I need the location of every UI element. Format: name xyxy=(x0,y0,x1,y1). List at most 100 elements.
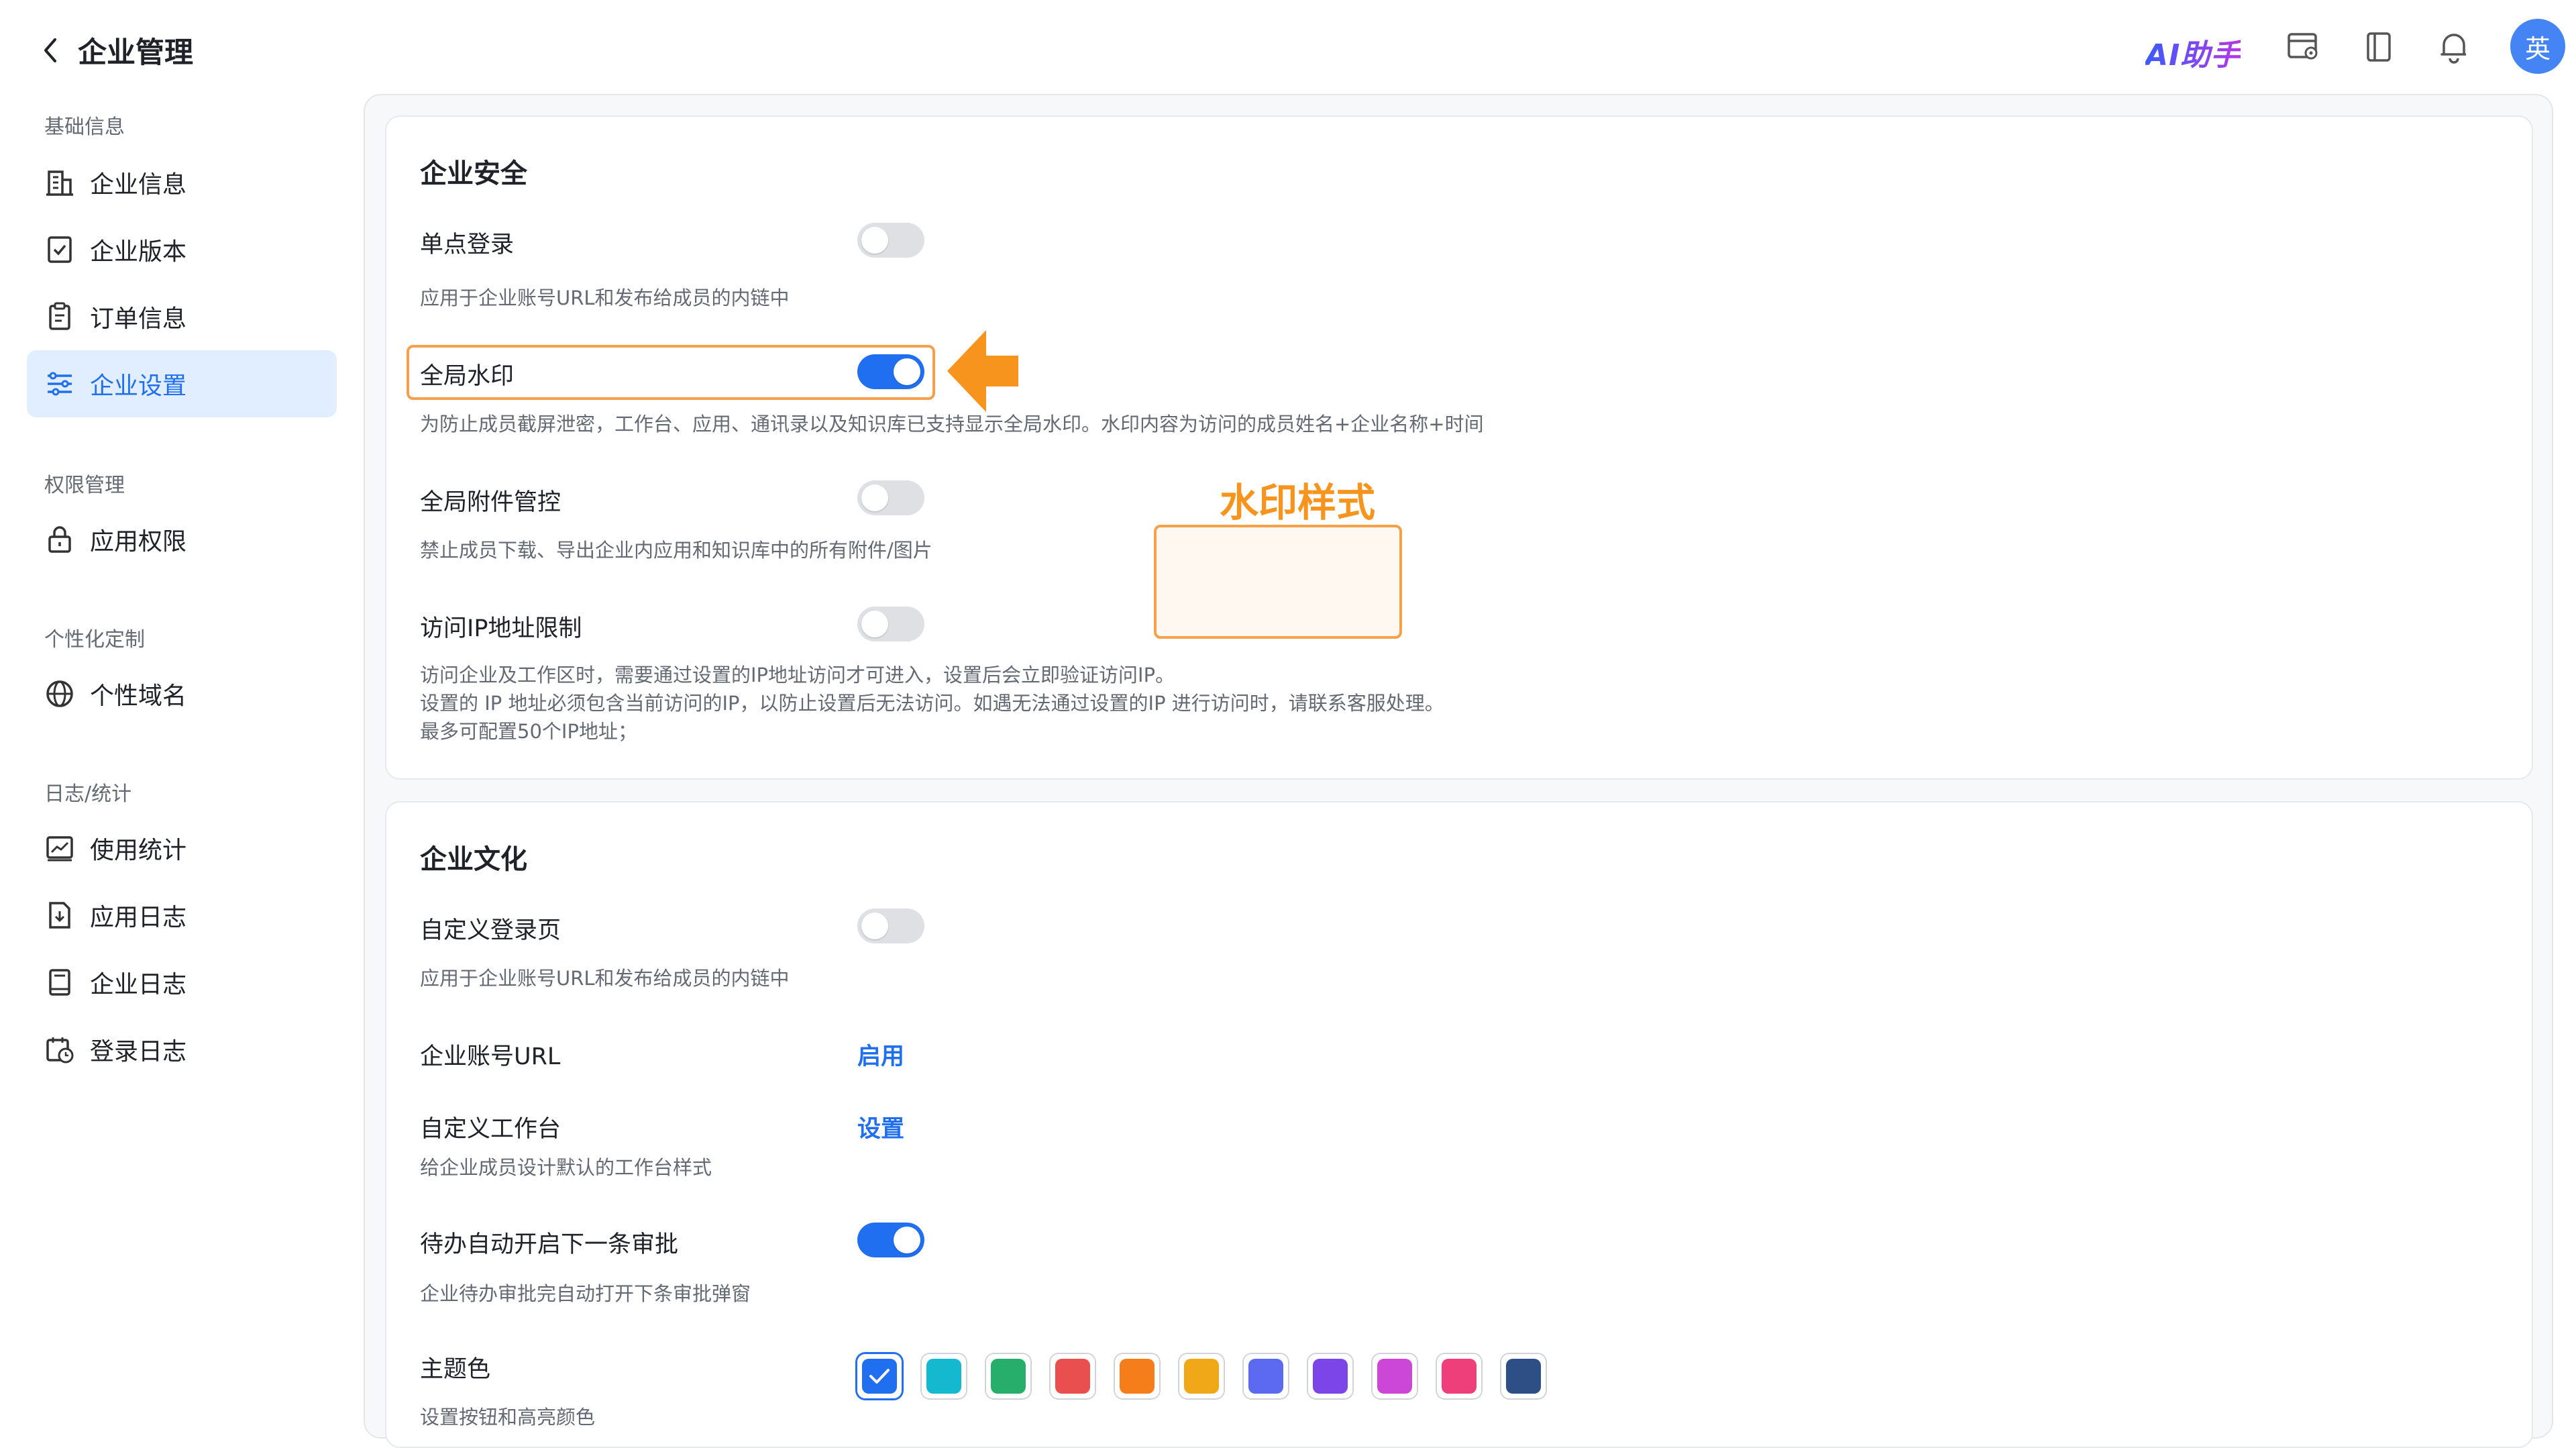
bell-icon[interactable] xyxy=(2435,28,2473,66)
watermark-desc: 为防止成员截屏泄密，工作台、应用、通讯录以及知识库已支持显示全局水印。水印内容为… xyxy=(420,413,1484,435)
ip-limit-desc-3: 最多可配置50个IP地址； xyxy=(420,720,637,743)
ip-limit-desc-1: 访问企业及工作区时，需要通过设置的IP地址访问才可进入，设置后会立即验证访问IP… xyxy=(420,664,1175,686)
watermark-style-title: 水印样式 xyxy=(1220,480,1376,525)
attachments-desc: 禁止成员下载、导出企业内应用和知识库中的所有附件/图片 xyxy=(420,539,932,562)
swatch-fill xyxy=(991,1359,1026,1394)
sso-label: 单点登录 xyxy=(420,231,515,258)
auto-approval-desc: 企业待办审批完自动打开下条审批弹窗 xyxy=(420,1282,751,1305)
settings-sliders-icon xyxy=(44,368,75,399)
enable-account-url-link[interactable]: 启用 xyxy=(857,1037,904,1072)
watermark-style-preview xyxy=(1154,525,1402,639)
culture-card: 企业文化 自定义登录页 应用于企业账号URL和发布给成员的内链中 企业账号URL… xyxy=(385,801,2533,1448)
sidebar-item-company-log[interactable]: 企业日志 xyxy=(27,949,337,1016)
sidebar-item-label: 使用统计 xyxy=(90,837,187,864)
login-page-toggle[interactable] xyxy=(857,909,924,943)
sidebar: 基础信息 企业信息 企业版本 订单信息 企业设置 权限管理 应用权限 个性化定制… xyxy=(0,94,362,1448)
sidebar-item-app-permissions[interactable]: 应用权限 xyxy=(27,506,337,573)
sidebar-item-order-info[interactable]: 订单信息 xyxy=(27,283,337,350)
sidebar-item-company-info[interactable]: 企业信息 xyxy=(27,149,337,216)
sidebar-item-label: 企业日志 xyxy=(90,971,187,998)
theme-color-swatch[interactable] xyxy=(922,1354,966,1398)
theme-color-swatch[interactable] xyxy=(1308,1354,1352,1398)
culture-title: 企业文化 xyxy=(420,844,527,875)
watermark-toggle[interactable] xyxy=(857,354,924,389)
attachments-toggle[interactable] xyxy=(857,480,924,515)
page-title: 企业管理 xyxy=(78,36,193,70)
book-icon xyxy=(44,967,75,998)
swatch-fill xyxy=(1313,1359,1348,1394)
swatch-fill xyxy=(1120,1359,1155,1394)
check-icon xyxy=(869,1369,890,1384)
sidebar-item-custom-domain[interactable]: 个性域名 xyxy=(27,660,337,727)
account-url-label: 企业账号URL xyxy=(420,1043,561,1070)
swatch-fill xyxy=(1248,1359,1283,1394)
sidebar-section-title: 基础信息 xyxy=(44,115,125,139)
globe-icon xyxy=(44,678,75,709)
toggle-knob xyxy=(861,484,888,511)
ai-assistant-button[interactable]: AI助手 xyxy=(2145,31,2241,74)
theme-color-swatch[interactable] xyxy=(857,1354,902,1398)
chart-line-icon xyxy=(44,833,75,864)
theme-color-swatch[interactable] xyxy=(986,1354,1030,1398)
sidebar-section-title: 个性化定制 xyxy=(44,628,145,652)
workbench-settings-link[interactable]: 设置 xyxy=(857,1110,904,1144)
sidebar-item-usage-stats[interactable]: 使用统计 xyxy=(27,815,337,882)
version-icon xyxy=(44,234,75,265)
top-bar: 企业管理 AI助手 英 xyxy=(0,0,2576,94)
book-icon[interactable] xyxy=(2360,28,2398,66)
theme-color-swatch[interactable] xyxy=(1051,1354,1095,1398)
sidebar-item-login-log[interactable]: 登录日志 xyxy=(27,1016,337,1083)
toggle-knob xyxy=(894,358,920,385)
sidebar-item-label: 订单信息 xyxy=(90,305,187,333)
swatch-fill xyxy=(926,1359,961,1394)
sidebar-section-title: 日志/统计 xyxy=(44,782,132,806)
workbench-label: 自定义工作台 xyxy=(420,1116,561,1143)
swatch-fill xyxy=(862,1359,897,1394)
sidebar-item-label: 企业设置 xyxy=(90,372,187,400)
theme-color-swatch[interactable] xyxy=(1437,1354,1481,1398)
sso-toggle[interactable] xyxy=(857,223,924,258)
sidebar-item-label: 应用日志 xyxy=(90,904,187,931)
login-page-label: 自定义登录页 xyxy=(420,917,561,944)
theme-color-label: 主题色 xyxy=(420,1356,491,1383)
theme-color-swatches xyxy=(857,1354,1546,1398)
swatch-fill xyxy=(1506,1359,1541,1394)
security-card: 企业安全 单点登录 应用于企业账号URL和发布给成员的内链中 全局水印 为防止成… xyxy=(385,115,2533,780)
sidebar-item-app-log[interactable]: 应用日志 xyxy=(27,882,337,949)
sidebar-item-label: 登录日志 xyxy=(90,1038,187,1066)
ip-limit-label: 访问IP地址限制 xyxy=(420,615,582,642)
browser-settings-icon[interactable] xyxy=(2285,28,2322,66)
security-title: 企业安全 xyxy=(420,158,527,189)
sidebar-item-label: 企业信息 xyxy=(90,171,187,199)
theme-color-swatch[interactable] xyxy=(1115,1354,1159,1398)
clipboard-icon xyxy=(44,301,75,332)
sidebar-item-label: 企业版本 xyxy=(90,238,187,266)
theme-color-swatch[interactable] xyxy=(1373,1354,1417,1398)
arrow-left-icon xyxy=(947,330,1018,412)
workbench-desc: 给企业成员设计默认的工作台样式 xyxy=(420,1156,712,1179)
auto-approval-label: 待办自动开启下一条审批 xyxy=(420,1231,679,1258)
back-button[interactable]: 企业管理 xyxy=(40,30,193,71)
theme-color-desc: 设置按钮和高亮颜色 xyxy=(420,1406,596,1429)
theme-color-swatch[interactable] xyxy=(1244,1354,1288,1398)
sidebar-item-company-version[interactable]: 企业版本 xyxy=(27,216,337,283)
ip-limit-desc-2: 设置的 IP 地址必须包含当前访问的IP，以防止设置后无法访问。如遇无法通过设置… xyxy=(420,692,1444,715)
download-doc-icon xyxy=(44,900,75,931)
swatch-fill xyxy=(1442,1359,1477,1394)
main-content: 企业安全 单点登录 应用于企业账号URL和发布给成员的内链中 全局水印 为防止成… xyxy=(364,94,2553,1448)
avatar[interactable]: 英 xyxy=(2510,19,2565,74)
chevron-left-icon xyxy=(44,38,56,62)
attachments-label: 全局附件管控 xyxy=(420,489,561,516)
sidebar-item-label: 应用权限 xyxy=(90,528,187,556)
sso-desc: 应用于企业账号URL和发布给成员的内链中 xyxy=(420,287,790,309)
theme-color-swatch[interactable] xyxy=(1501,1354,1546,1398)
swatch-fill xyxy=(1377,1359,1412,1394)
building-icon xyxy=(44,167,75,198)
ip-limit-toggle[interactable] xyxy=(857,607,924,641)
auto-approval-toggle[interactable] xyxy=(857,1223,924,1257)
toggle-knob xyxy=(861,611,888,637)
login-page-desc: 应用于企业账号URL和发布给成员的内链中 xyxy=(420,967,790,990)
lock-icon xyxy=(44,524,75,555)
theme-color-swatch[interactable] xyxy=(1179,1354,1224,1398)
sidebar-item-company-settings[interactable]: 企业设置 xyxy=(27,350,337,417)
